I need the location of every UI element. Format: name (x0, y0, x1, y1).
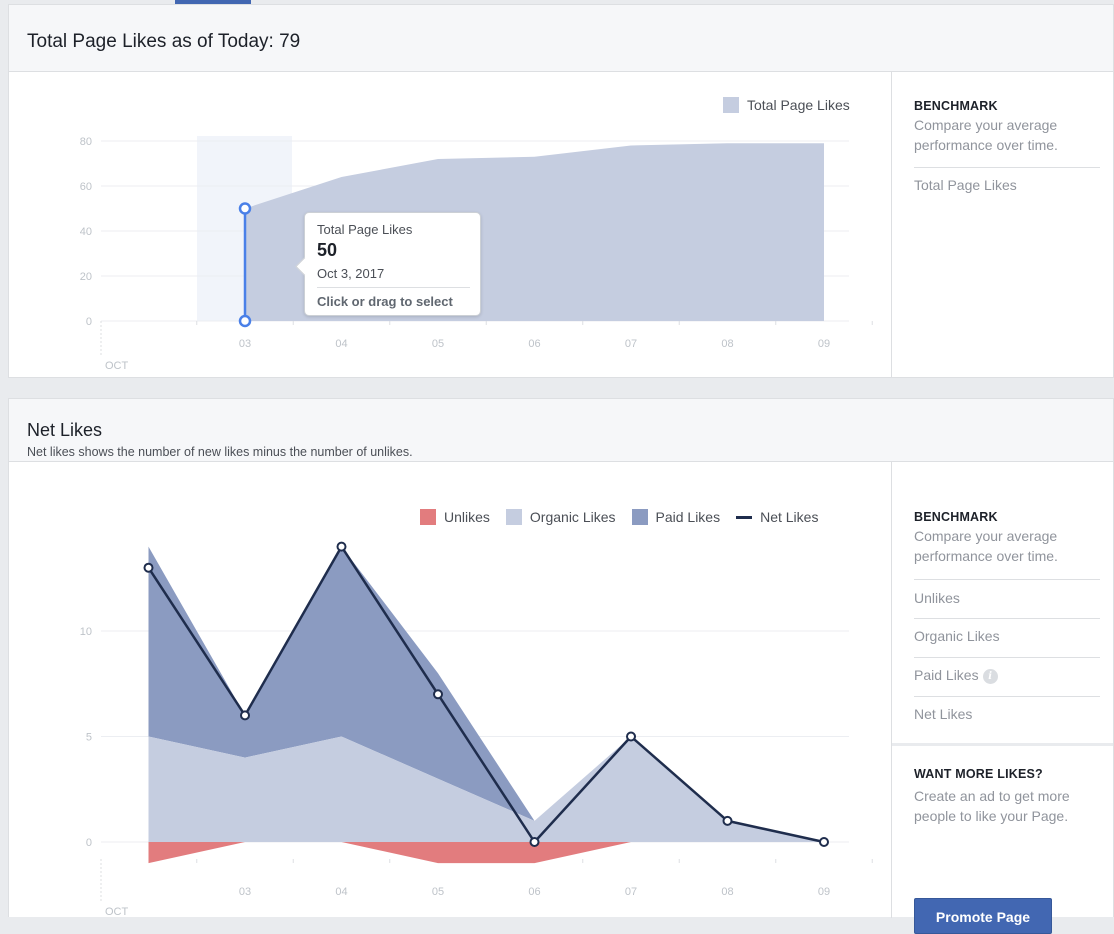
net-likes-title: Net Likes (27, 420, 103, 440)
benchmark-divider (914, 657, 1100, 658)
x-tick-label: 05 (432, 338, 444, 350)
net-likes-point (722, 815, 733, 826)
x-tick-label: 08 (721, 338, 733, 350)
tooltip-divider (317, 287, 470, 288)
benchmark-divider (914, 618, 1100, 619)
legend-label: Organic Likes (529, 509, 616, 525)
promo-heading: WANT MORE LIKES? (914, 767, 1043, 781)
net-likes-point (433, 689, 443, 700)
legend-item-paid-likes[interactable]: Paid Likes (631, 509, 721, 525)
x-tick-label: 08 (721, 886, 733, 898)
legend-label: Unlikes (444, 509, 490, 525)
tooltip-date: Oct 3, 2017 (317, 266, 385, 281)
x-tick-label: 04 (335, 886, 347, 898)
y-tick-label: 5 (86, 732, 92, 744)
x-tick-label: 06 (528, 886, 540, 898)
x-tick-label: 09 (818, 886, 830, 898)
net-likes-point (626, 731, 636, 742)
legend-swatch (723, 97, 739, 113)
net-likes-legend: Unlikes Organic Likes Paid Likes Net Lik… (420, 509, 818, 525)
benchmark-heading: BENCHMARK (914, 99, 998, 113)
tooltip-value: 50 (317, 240, 338, 260)
benchmark-item-net-likes[interactable]: Net Likes (914, 706, 972, 722)
y-tick-label: 0 (86, 837, 92, 849)
y-tick-label: 80 (80, 136, 92, 148)
benchmark-heading: BENCHMARK (914, 510, 998, 524)
section-divider (892, 743, 1113, 746)
benchmark-description: Compare your average performance over ti… (914, 117, 1058, 153)
benchmark-item-total-page-likes[interactable]: Total Page Likes (914, 177, 1017, 193)
highlight-base-point (238, 314, 252, 328)
benchmark-item-paid-likes[interactable]: Paid Likes i (914, 667, 998, 684)
total-likes-title: Total Page Likes as of Today: 79 (27, 31, 301, 52)
info-icon[interactable]: i (982, 669, 998, 684)
net-likes-point (143, 562, 154, 573)
benchmark-divider (914, 579, 1100, 580)
benchmark-item-label: Paid Likes (914, 667, 979, 683)
y-tick-label: 10 (80, 626, 92, 638)
net-likes-header: Net Likes Net likes shows the number of … (9, 399, 1113, 462)
net-likes-chart[interactable]: 051003 04 05 06 07 08 09OCT (9, 462, 893, 918)
unlikes-area (148, 842, 824, 864)
net-likes-subtitle: Net likes shows the number of new likes … (27, 445, 413, 459)
total-likes-card: Total Page Likes as of Today: 79 0 20 40 60… (8, 4, 1114, 378)
x-tick-label: 09 (818, 338, 830, 350)
promote-page-button[interactable]: Promote Page (914, 898, 1052, 934)
y-tick-label: 20 (80, 271, 92, 283)
total-likes-header: Total Page Likes as of Today: 79 (9, 5, 1113, 72)
legend-label: Net Likes (760, 509, 819, 525)
x-tick-label: 03 (239, 338, 251, 350)
promo-description: Create an ad to get more people to like … (914, 788, 1070, 824)
legend-item-net-likes[interactable]: Net Likes (736, 509, 818, 525)
x-tick-label: 06 (528, 338, 540, 350)
x-tick-label: 04 (335, 338, 347, 350)
x-tick-label: 07 (625, 338, 637, 350)
benchmark-divider (914, 167, 1100, 168)
benchmark-panel: BENCHMARK Compare your average performan… (891, 72, 1113, 377)
highlight-point (238, 202, 252, 215)
legend-swatch (631, 509, 648, 525)
benchmark-description: Compare your average performance over ti… (914, 528, 1058, 564)
legend-line-swatch (736, 515, 753, 519)
legend-item-organic-likes[interactable]: Organic Likes (505, 509, 616, 525)
net-likes-card: Net Likes Net likes shows the number of … (8, 398, 1114, 934)
y-tick-label: 60 (80, 181, 92, 193)
tooltip-hint: Click or drag to select (317, 294, 453, 309)
net-likes-point (529, 837, 540, 847)
legend-label: Paid Likes (655, 509, 721, 525)
legend-swatch (420, 509, 436, 525)
y-tick-label: 0 (86, 316, 92, 328)
legend-item-total-page-likes[interactable]: Total Page Likes (723, 97, 850, 113)
x-month-label: OCT (105, 360, 129, 372)
benchmark-divider (914, 696, 1100, 697)
legend-label: Total Page Likes (747, 97, 850, 113)
legend-swatch (505, 509, 522, 525)
legend-item-unlikes[interactable]: Unlikes (420, 509, 490, 525)
net-likes-point (819, 837, 829, 847)
net-likes-point (240, 710, 250, 721)
chart-tooltip: Total Page Likes 50 Oct 3, 2017 Click or… (304, 212, 481, 316)
x-tick-label: 03 (239, 886, 251, 898)
benchmark-item-organic-likes[interactable]: Organic Likes (914, 628, 1000, 644)
benchmark-item-unlikes[interactable]: Unlikes (914, 590, 960, 606)
x-tick-label: 07 (625, 886, 637, 898)
benchmark-panel: BENCHMARK Compare your average performan… (891, 462, 1113, 934)
x-month-label: OCT (105, 906, 129, 918)
x-tick-label: 05 (432, 886, 444, 898)
y-tick-label: 40 (80, 226, 92, 238)
net-likes-point (336, 541, 347, 552)
tooltip-title: Total Page Likes (317, 222, 413, 237)
total-likes-legend: Total Page Likes (723, 97, 850, 113)
